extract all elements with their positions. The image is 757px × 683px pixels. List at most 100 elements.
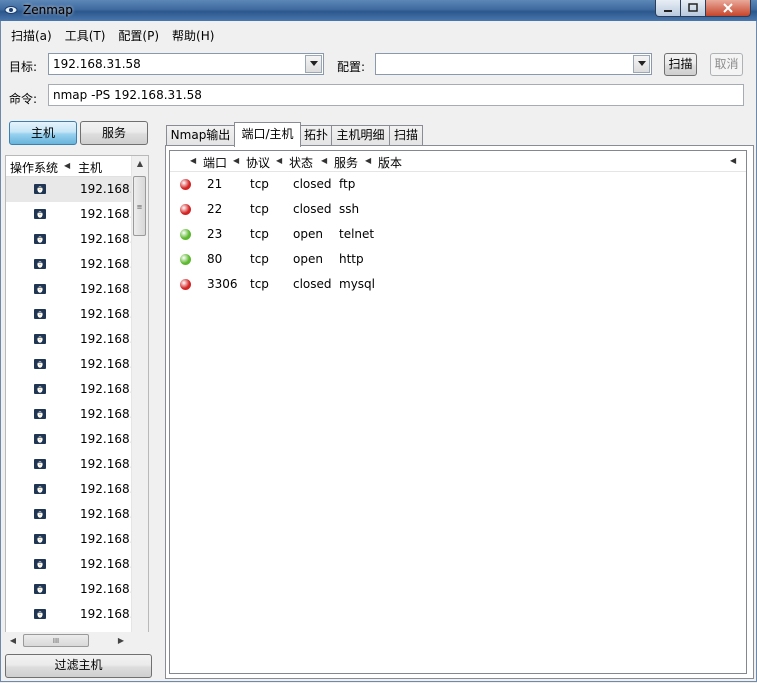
port-protocol: tcp (250, 177, 269, 191)
host-row[interactable]: 192.168.3 (6, 427, 134, 452)
port-row[interactable]: 21 tcp closed ftp (170, 172, 746, 197)
linux-penguin-icon (34, 359, 46, 369)
port-row[interactable]: 22 tcp closed ssh (170, 197, 746, 222)
tab-topology[interactable]: 拓扑 (300, 125, 332, 146)
host-row[interactable]: 192.168.3 (6, 252, 134, 277)
col-port[interactable]: 端口 (203, 154, 227, 171)
linux-penguin-icon (34, 334, 46, 344)
port-row[interactable]: 23 tcp open telnet (170, 222, 746, 247)
host-list-vscrollbar[interactable]: ▲ ≡ ▼ (131, 156, 148, 644)
port-status-icon (180, 204, 191, 215)
host-row[interactable]: 192.168.3 (6, 177, 134, 202)
title-bar: Zenmap (0, 0, 757, 21)
tab-scans[interactable]: 扫描 (389, 125, 423, 146)
hscroll-thumb[interactable]: III (23, 634, 89, 647)
port-row[interactable]: 3306 tcp closed mysql (170, 272, 746, 297)
scroll-up-icon[interactable]: ▲ (132, 156, 148, 172)
maximize-button[interactable] (681, 0, 706, 17)
linux-penguin-icon (34, 234, 46, 244)
profile-dropdown-arrow[interactable] (633, 55, 650, 73)
host-row[interactable]: 192.168.3 (6, 502, 134, 527)
filter-hosts-button[interactable]: 过滤主机 (5, 654, 152, 678)
port-protocol: tcp (250, 202, 269, 216)
tab-host-details[interactable]: 主机明细 (331, 125, 390, 146)
host-row[interactable]: 192.168.3 (6, 402, 134, 427)
main-window: 扫描(a) 工具(T) 配置(P) 帮助(H) 目标: 192.168.31.5… (0, 21, 757, 682)
linux-penguin-icon (34, 384, 46, 394)
host-list-hscrollbar[interactable]: ◀ III ▶ (5, 632, 149, 649)
port-state: open (293, 227, 323, 241)
host-ip: 192.168.3 (80, 457, 134, 471)
host-list: 操作系统 ◀ 主机 192.168.3 192.168.3 192.168.3 192… (5, 155, 149, 645)
port-table: ◀ 端口 ◀ 协议 ◀ 状态 ◀ 服务 ◀ 版本 ◀ 21 tcp closed ft… (169, 150, 747, 674)
linux-penguin-icon (34, 409, 46, 419)
port-service: ssh (339, 202, 360, 216)
host-row[interactable]: 192.168.3 (6, 602, 134, 627)
menu-bar: 扫描(a) 工具(T) 配置(P) 帮助(H) (5, 25, 221, 45)
col-status-sort-icon: ◀ (190, 156, 197, 165)
linux-penguin-icon (34, 434, 46, 444)
port-status-icon (180, 179, 191, 190)
minimize-button[interactable] (655, 0, 681, 17)
host-row[interactable]: 192.168.3 (6, 202, 134, 227)
col-state[interactable]: 状态 (289, 154, 313, 171)
port-state: closed (293, 202, 332, 216)
col-os-sort-icon: ◀ (64, 161, 71, 170)
host-row[interactable]: 192.168.3 (6, 277, 134, 302)
col-state-sort-icon: ◀ (321, 156, 328, 165)
host-row[interactable]: 192.168.3 (6, 227, 134, 252)
command-value: nmap -PS 192.168.31.58 (53, 88, 202, 102)
tab-ports-hosts[interactable]: 端口/主机 (234, 122, 301, 147)
port-row[interactable]: 80 tcp open http (170, 247, 746, 272)
col-os[interactable]: 操作系统 (10, 159, 58, 176)
menu-help[interactable]: 帮助(H) (166, 25, 221, 45)
linux-penguin-icon (34, 584, 46, 594)
col-service[interactable]: 服务 (334, 154, 358, 171)
host-row[interactable]: 192.168.3 (6, 577, 134, 602)
port-table-header: ◀ 端口 ◀ 协议 ◀ 状态 ◀ 服务 ◀ 版本 ◀ (170, 151, 746, 172)
host-row[interactable]: 192.168.3 (6, 302, 134, 327)
linux-penguin-icon (34, 209, 46, 219)
scroll-thumb[interactable]: ≡ (133, 176, 146, 236)
port-state: closed (293, 177, 332, 191)
host-row[interactable]: 192.168.3 (6, 452, 134, 477)
linux-penguin-icon (34, 259, 46, 269)
target-label: 目标: (9, 60, 38, 74)
target-dropdown-arrow[interactable] (305, 55, 322, 73)
menu-profile[interactable]: 配置(P) (112, 25, 166, 45)
hosts-toggle-button[interactable]: 主机 (9, 121, 77, 145)
host-ip: 192.168.3 (80, 407, 134, 421)
menu-tools[interactable]: 工具(T) (59, 25, 113, 45)
scan-button[interactable]: 扫描 (664, 53, 697, 76)
port-protocol: tcp (250, 227, 269, 241)
cancel-button[interactable]: 取消 (710, 53, 743, 76)
host-ip: 192.168.3 (80, 182, 134, 196)
host-ip: 192.168.3 (80, 332, 134, 346)
host-row[interactable]: 192.168.3 (6, 327, 134, 352)
command-input[interactable]: nmap -PS 192.168.31.58 (48, 84, 744, 106)
col-version[interactable]: 版本 (378, 154, 402, 171)
target-combo[interactable]: 192.168.31.58 (48, 53, 324, 75)
host-row[interactable]: 192.168.3 (6, 527, 134, 552)
host-ip: 192.168.3 (80, 607, 134, 621)
tab-nmap-output[interactable]: Nmap输出 (166, 125, 235, 146)
port-service: mysql (339, 277, 375, 291)
col-host[interactable]: 主机 (78, 159, 102, 176)
profile-combo[interactable] (375, 53, 652, 75)
host-row[interactable]: 192.168.3 (6, 552, 134, 577)
host-ip: 192.168.3 (80, 357, 134, 371)
host-row[interactable]: 192.168.3 (6, 352, 134, 377)
port-state: closed (293, 277, 332, 291)
host-ip: 192.168.3 (80, 557, 134, 571)
services-toggle-button[interactable]: 服务 (80, 121, 148, 145)
chevron-down-icon (637, 61, 646, 66)
host-ip: 192.168.3 (80, 307, 134, 321)
host-row[interactable]: 192.168.3 (6, 477, 134, 502)
scroll-left-icon[interactable]: ◀ (5, 632, 21, 649)
menu-scan[interactable]: 扫描(a) (5, 25, 59, 45)
col-protocol[interactable]: 协议 (246, 154, 270, 171)
host-row[interactable]: 192.168.3 (6, 377, 134, 402)
close-button[interactable] (706, 0, 751, 17)
scroll-right-icon[interactable]: ▶ (113, 632, 129, 649)
linux-penguin-icon (34, 609, 46, 619)
